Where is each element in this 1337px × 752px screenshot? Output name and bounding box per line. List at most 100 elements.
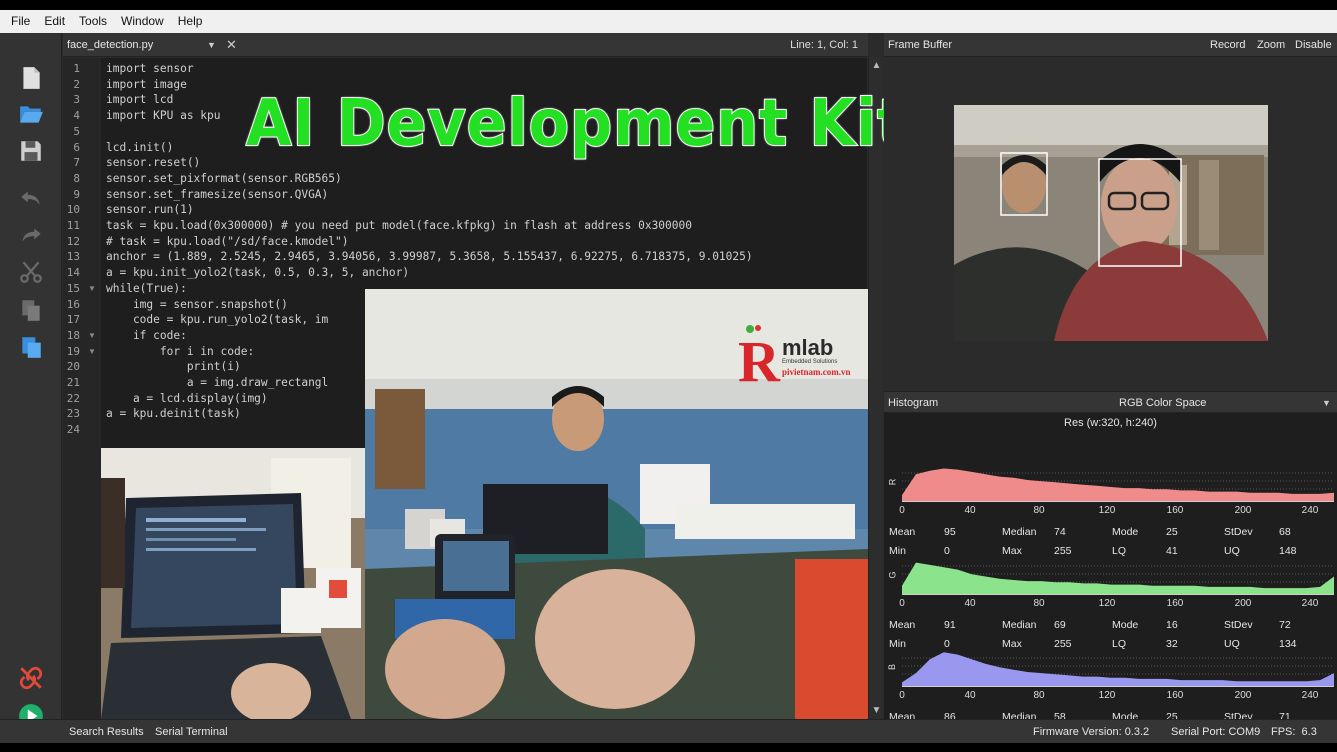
save-icon[interactable] xyxy=(16,136,46,166)
histogram-area xyxy=(902,468,1334,502)
paste-icon[interactable] xyxy=(16,332,46,362)
stat-value: 16 xyxy=(1166,619,1178,631)
fold-icon[interactable]: ▼ xyxy=(88,284,96,293)
frame-buffer-view xyxy=(884,57,1337,389)
tick-label: 240 xyxy=(1301,505,1319,516)
search-results-tab[interactable]: Search Results xyxy=(69,724,144,740)
line-number: 11 xyxy=(66,219,80,232)
editor-header: face_detection.py ▼ ✕ Line: 1, Col: 1 xyxy=(63,33,868,57)
line-number: 7 xyxy=(73,156,80,170)
histogram-plot xyxy=(902,468,1334,502)
fold-icon[interactable]: ▼ xyxy=(88,331,96,340)
menu-help[interactable]: Help xyxy=(171,10,210,33)
line-number: 12 xyxy=(66,234,80,248)
file-tab[interactable]: face_detection.py xyxy=(67,36,219,54)
stats-row: Mean 91 Median 69 Mode 16 StDev 72 xyxy=(884,617,1337,633)
tick-label: 40 xyxy=(964,690,976,701)
frame-buffer-header: Frame Buffer Record Zoom Disable xyxy=(884,33,1337,57)
fold-icon[interactable]: ▼ xyxy=(88,347,96,356)
stats-row: Min 0 Max 255 LQ 41 UQ 148 xyxy=(884,543,1337,559)
code-line: # task = kpu.load("/sd/face.kmodel") xyxy=(106,234,349,248)
redo-icon[interactable] xyxy=(16,220,46,250)
code-line: sensor.set_framesize(sensor.QVGA) xyxy=(106,187,329,201)
code-line: lcd.init() xyxy=(106,140,174,154)
copy-icon[interactable] xyxy=(16,295,46,325)
stat-label: StDev xyxy=(1224,619,1253,631)
line-number: 13 xyxy=(66,250,80,264)
code-line: task = kpu.load(0x300000) # you need put… xyxy=(106,219,692,232)
histogram-title: Histogram xyxy=(888,397,939,409)
cut-icon[interactable] xyxy=(16,257,46,287)
record-button[interactable]: Record xyxy=(1210,36,1245,54)
code-line: anchor = (1.889, 2.5245, 2.9465, 3.94056… xyxy=(106,250,753,264)
frame-buffer-title: Frame Buffer xyxy=(888,39,952,51)
tick-label: 0 xyxy=(899,690,905,701)
channel-label: R xyxy=(887,478,898,486)
stat-label: Mean xyxy=(889,526,916,538)
stat-label: Median xyxy=(1002,619,1037,631)
code-line: a = kpu.deinit(task) xyxy=(106,407,241,421)
stat-label: LQ xyxy=(1112,545,1127,557)
code-line: sensor.reset() xyxy=(106,156,201,170)
code-line: import sensor xyxy=(106,62,194,75)
histogram-area xyxy=(902,562,1334,595)
channel-label: B xyxy=(887,663,898,671)
menu-bar: File Edit Tools Window Help xyxy=(0,10,1337,33)
open-folder-icon[interactable] xyxy=(16,99,46,129)
zoom-button[interactable]: Zoom xyxy=(1257,36,1285,54)
stat-value: 255 xyxy=(1054,545,1072,557)
undo-icon[interactable] xyxy=(16,183,46,213)
close-icon[interactable]: ✕ xyxy=(226,36,237,54)
logo-name: mlab xyxy=(782,335,833,360)
tick-label: 80 xyxy=(1033,690,1045,701)
serial-terminal-tab[interactable]: Serial Terminal xyxy=(155,724,228,740)
logo-tagline: Embedded Solutions xyxy=(782,359,837,365)
code-line: while(True): xyxy=(106,281,187,295)
line-number: 8 xyxy=(73,171,80,185)
line-number: 16 xyxy=(66,297,80,311)
histogram-panel: Res (w:320, h:240) R 0 40 80 120 160 200 240 Mea… xyxy=(884,413,1337,742)
tick-label: 80 xyxy=(1033,505,1045,516)
disconnect-icon[interactable] xyxy=(16,663,46,693)
color-space-select[interactable]: RGB Color Space xyxy=(1119,394,1206,412)
disable-button[interactable]: Disable xyxy=(1295,36,1332,54)
menu-window[interactable]: Window xyxy=(114,10,171,33)
stat-label: Median xyxy=(1002,526,1037,538)
tick-label: 0 xyxy=(899,505,905,516)
stat-value: 91 xyxy=(944,619,956,631)
stat-value: 148 xyxy=(1279,545,1297,557)
channel-label: G xyxy=(887,571,898,579)
stat-label: Min xyxy=(889,545,906,557)
code-line: import lcd xyxy=(106,93,174,107)
scroll-up-icon[interactable]: ▲ xyxy=(869,58,884,74)
resolution-label: Res (w:320, h:240) xyxy=(1064,417,1157,429)
stat-value: 74 xyxy=(1054,526,1066,538)
menu-edit[interactable]: Edit xyxy=(37,10,72,33)
fps-readout: FPS: 6.3 xyxy=(1271,726,1317,738)
frame-buffer-image xyxy=(954,105,1268,341)
code-line: a = lcd.display(img) xyxy=(106,391,268,405)
stat-value: 68 xyxy=(1279,526,1291,538)
tick-row: 0 40 80 120 160 200 240 xyxy=(884,598,1337,612)
stat-label: UQ xyxy=(1224,545,1240,557)
tick-label: 80 xyxy=(1033,598,1045,609)
tick-label: 200 xyxy=(1234,598,1252,609)
code-line: code = kpu.run_yolo2(task, im xyxy=(106,313,329,327)
code-line: a = img.draw_rectangl xyxy=(106,376,329,389)
tick-row: 0 40 80 120 160 200 240 xyxy=(884,690,1337,704)
menu-file[interactable]: File xyxy=(4,10,37,33)
line-number: 18 xyxy=(66,328,80,342)
menu-tools[interactable]: Tools xyxy=(72,10,114,33)
chevron-down-icon[interactable]: ▼ xyxy=(1322,394,1331,412)
new-file-icon[interactable] xyxy=(16,63,46,93)
histogram-header: Histogram RGB Color Space ▼ xyxy=(884,391,1337,413)
chevron-down-icon[interactable]: ▼ xyxy=(207,36,216,54)
scroll-down-icon[interactable]: ▼ xyxy=(869,703,884,719)
overlay-title: AI Development Kit xyxy=(245,87,907,161)
screen-bottom-border xyxy=(0,743,1337,752)
line-number: 6 xyxy=(73,140,80,154)
line-number: 20 xyxy=(66,360,80,374)
line-number: 21 xyxy=(66,376,80,389)
code-line: if code: xyxy=(106,328,187,342)
tick-label: 240 xyxy=(1301,598,1319,609)
